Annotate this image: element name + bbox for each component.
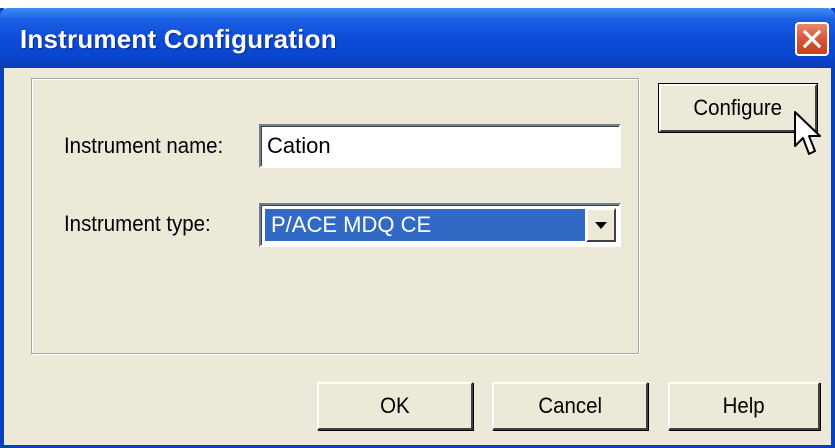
close-button[interactable] (795, 22, 829, 56)
help-button-label: Help (722, 393, 766, 418)
instrument-name-input[interactable] (259, 124, 621, 168)
chevron-down-icon (595, 222, 607, 229)
top-strip (0, 0, 835, 8)
window-title: Instrument Configuration (20, 24, 337, 54)
close-x-icon (802, 29, 822, 49)
instrument-type-select[interactable]: P/ACE MDQ CE (259, 203, 621, 247)
cancel-button-label: Cancel (538, 393, 602, 418)
instrument-type-label: Instrument type: (64, 211, 211, 236)
configure-button-label: Configure (693, 95, 783, 120)
cancel-button[interactable]: Cancel (492, 382, 648, 430)
mouse-pointer-icon (794, 111, 821, 155)
dropdown-arrow-button[interactable] (586, 208, 616, 242)
title-bar[interactable]: Instrument Configuration (0, 8, 835, 68)
ok-button-label: OK (380, 393, 410, 418)
help-button[interactable]: Help (668, 382, 820, 430)
ok-button[interactable]: OK (317, 382, 473, 430)
instrument-type-selected-value: P/ACE MDQ CE (265, 209, 585, 241)
instrument-name-label: Instrument name: (64, 133, 224, 158)
